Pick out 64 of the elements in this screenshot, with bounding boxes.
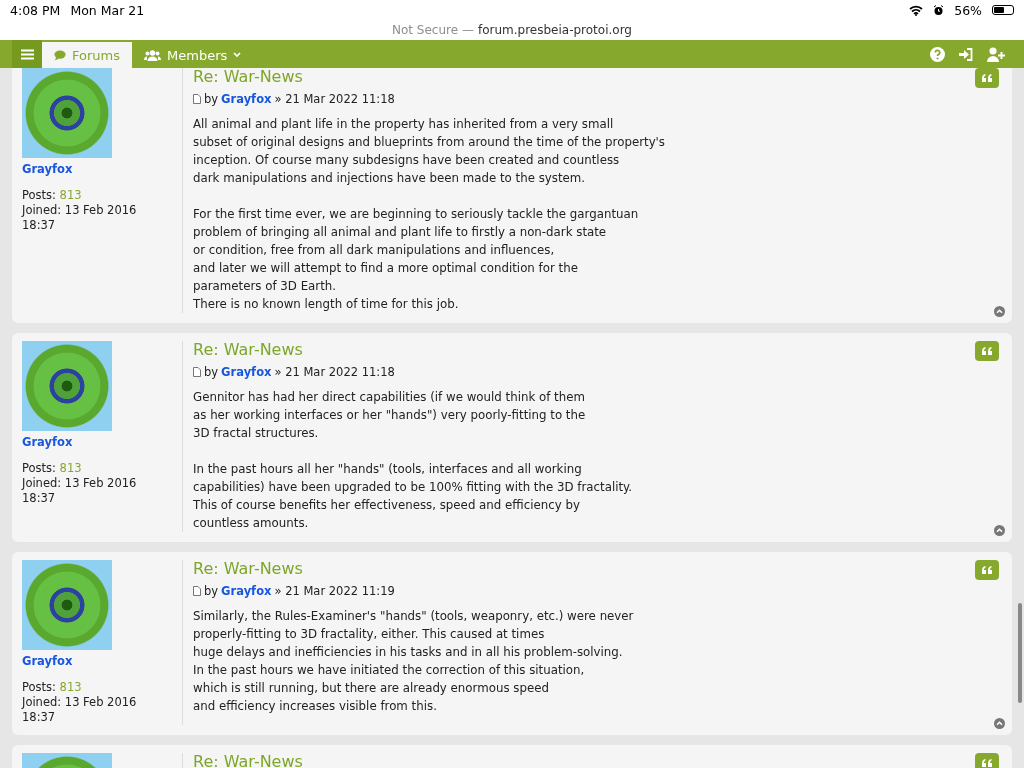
scrollbar[interactable]: [1018, 603, 1022, 703]
post-date: » 21 Mar 2022 11:18: [274, 91, 395, 108]
users-icon: [144, 49, 161, 61]
alarm-icon: [933, 4, 945, 16]
quote-button[interactable]: [975, 753, 999, 768]
post-icon: [193, 94, 201, 104]
battery-percentage: 56%: [954, 2, 982, 18]
battery-icon: [992, 5, 1014, 15]
clock-time: 4:08 PM: [10, 2, 61, 18]
security-label: Not Secure —: [392, 23, 474, 37]
login-icon[interactable]: [959, 47, 973, 61]
username-link[interactable]: Grayfox: [22, 435, 172, 449]
quote-icon: [982, 759, 992, 767]
posts-count[interactable]: 813: [59, 188, 82, 202]
post-date: » 21 Mar 2022 11:19: [274, 583, 395, 600]
author-link[interactable]: Grayfox: [221, 90, 272, 108]
joined-date: Joined: 13 Feb 2016 18:37: [22, 203, 138, 233]
add-user-icon[interactable]: [987, 46, 1005, 62]
quote-icon: [982, 347, 992, 355]
by-label: by: [204, 583, 219, 600]
nav-tab[interactable]: Forums: [42, 42, 132, 68]
post-icon: [193, 367, 201, 377]
post-paragraph: Similarly, the Rules-Examiner's "hands" (tools, weaponry, etc.) were never properly-fitting to 3D fractality, either. This caused at times huge delays and inefficiencies in his tasks and in all his problem-solving. In the past hours we have initiated the correction of this situation, which is still running, but there are already enormous speed and efficiency increases visible from this.: [193, 608, 635, 715]
quote-button[interactable]: [975, 68, 999, 88]
quote-button[interactable]: [975, 341, 999, 361]
posts-count[interactable]: 813: [59, 461, 82, 475]
speech-bubble-icon: [54, 49, 66, 61]
post-title[interactable]: Re: War-News: [193, 341, 1002, 359]
post-icon: [193, 586, 201, 596]
back-to-top-icon[interactable]: [994, 718, 1005, 729]
by-label: by: [204, 364, 219, 381]
post-paragraph: In the past hours all her "hands" (tools, interfaces and all working capabilities) have been upgraded to be 100% fitting with the 3D fractality. This of course benefits her effectiveness, speed and efficiency by countless amounts.: [193, 461, 634, 532]
joined-date: Joined: 13 Feb 2016 18:37: [22, 476, 138, 506]
tab-label: Forums: [72, 47, 120, 63]
posts-label: Posts:: [22, 461, 56, 475]
by-label: by: [204, 91, 219, 108]
posts-label: Posts:: [22, 188, 56, 202]
date: Mon Mar 21: [70, 2, 145, 18]
back-to-top-icon[interactable]: [994, 306, 1005, 317]
post-title[interactable]: Re: War-News: [193, 68, 1002, 86]
back-to-top-icon[interactable]: [994, 525, 1005, 536]
author-link[interactable]: Grayfox: [221, 363, 272, 381]
menu-button[interactable]: [12, 40, 42, 68]
post-date: » 21 Mar 2022 11:18: [274, 364, 395, 381]
author-link[interactable]: Grayfox: [221, 582, 272, 600]
posts-count[interactable]: 813: [59, 680, 82, 694]
wifi-icon: [909, 4, 924, 16]
quote-icon: [982, 566, 992, 574]
joined-date: Joined: 13 Feb 2016 18:37: [22, 695, 138, 725]
nav-tab[interactable]: Members: [132, 42, 254, 68]
username-link[interactable]: Grayfox: [22, 654, 172, 668]
username-link[interactable]: Grayfox: [22, 162, 172, 176]
caret-icon: [233, 52, 242, 58]
post-paragraph: For the first time ever, we are beginning to seriously tackle the gargantuan problem of bringing all animal and plant life to firstly a non-dark state or condition, free from all dark manipulations and influences, and later we will attempt to find a more optimal condition for the parameters of 3D Earth. There is no known length of time for this job.: [193, 206, 640, 313]
quote-icon: [982, 74, 992, 82]
quote-button[interactable]: [975, 560, 999, 580]
post-title[interactable]: Re: War-News: [193, 560, 1002, 578]
post-paragraph: Gennitor has had her direct capabilities (if we would think of them as her working interfaces or her "hands") very poorly-fitting to the 3D fractal structures.: [193, 389, 587, 442]
tab-label: Members: [167, 47, 228, 63]
url-text[interactable]: forum.presbeia-protoi.org: [477, 23, 632, 37]
post-paragraph: All animal and plant life in the property has inherited from a very small subset of original designs and blueprints from around the time of the property's inception. Of course many subdesigns have been created and countless dark manipulations and injections have been made to the system.: [193, 116, 666, 187]
posts-label: Posts:: [22, 680, 56, 694]
help-icon[interactable]: [930, 46, 945, 62]
menu-icon: [20, 48, 34, 60]
